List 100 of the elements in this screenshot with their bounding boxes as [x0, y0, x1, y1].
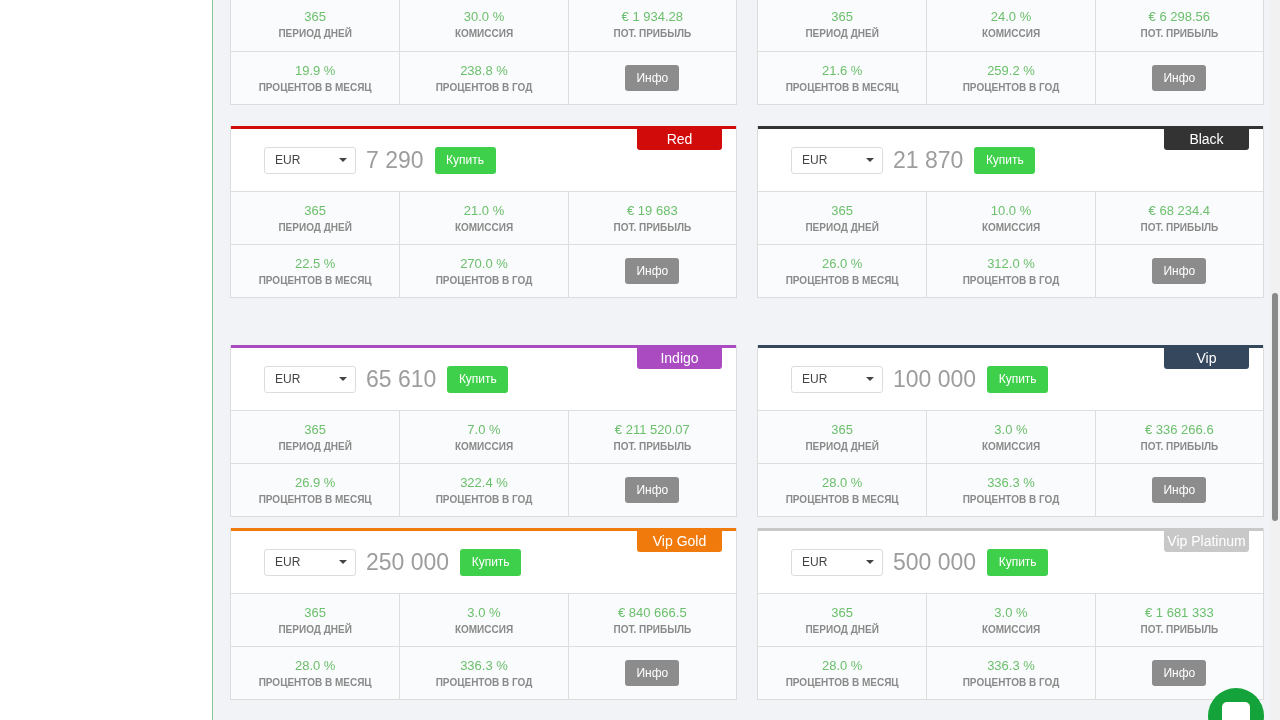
caret-icon	[339, 560, 347, 564]
stat-label: ПОТ. ПРИБЫЛЬ	[613, 622, 692, 636]
stat-label: ПОТ. ПРИБЫЛЬ	[1140, 27, 1219, 40]
stat-label: КОМИССИЯ	[981, 622, 1041, 636]
info-button[interactable]: Инфо	[1152, 477, 1207, 503]
stat-label: ПОТ. ПРИБЫЛЬ	[613, 220, 692, 234]
currency-select[interactable]: EUR	[264, 365, 356, 393]
stat-label: КОМИССИЯ	[454, 622, 514, 636]
buy-button[interactable]: Купить	[434, 146, 496, 174]
stat-value: 28.0 %	[821, 474, 863, 491]
stat-value: 365	[304, 9, 326, 25]
caret-icon	[866, 560, 874, 564]
stat-value: 26.0 %	[821, 255, 863, 272]
stat-label: КОМИССИЯ	[454, 439, 514, 453]
info-button[interactable]: Инфо	[625, 65, 680, 91]
plan-badge: Black	[1164, 129, 1249, 150]
caret-icon	[866, 377, 874, 381]
stat-label: ПЕРИОД ДНЕЙ	[278, 622, 352, 636]
stat-value: 24.0 %	[990, 9, 1032, 25]
stat-label: ПОТ. ПРИБЫЛЬ	[1140, 622, 1219, 636]
buy-button[interactable]: Купить	[447, 365, 509, 393]
plan-badge: Indigo	[637, 348, 722, 369]
plan-amount: 21 870	[893, 148, 964, 172]
stat-label: ПЕРИОД ДНЕЙ	[278, 439, 352, 453]
stat-label: ПОТ. ПРИБЫЛЬ	[1140, 439, 1219, 453]
stat-label: ПЕРИОД ДНЕЙ	[278, 27, 352, 40]
stat-label: КОМИССИЯ	[981, 27, 1041, 40]
stat-value: € 1 934.28	[621, 9, 684, 25]
buy-button[interactable]: Купить	[987, 548, 1049, 576]
stat-value: 270.0 %	[460, 255, 508, 272]
stat-label: ПРОЦЕНТОВ В МЕСЯЦ	[785, 492, 899, 506]
stat-label: ПРОЦЕНТОВ В МЕСЯЦ	[258, 273, 372, 287]
stat-value: 365	[831, 202, 853, 219]
stat-value: € 19 683	[627, 202, 678, 219]
stat-label: ПРОЦЕНТОВ В МЕСЯЦ	[258, 675, 372, 689]
currency-select[interactable]: EUR	[791, 365, 883, 393]
stat-label: ПРОЦЕНТОВ В ГОД	[435, 273, 533, 287]
stat-value: 30.0 %	[463, 9, 505, 25]
plan-amount: 65 610	[366, 367, 437, 391]
caret-icon	[866, 158, 874, 162]
info-button[interactable]: Инфо	[625, 660, 680, 686]
plan-amount: 100 000	[893, 367, 977, 391]
stat-label: ПЕРИОД ДНЕЙ	[278, 220, 352, 234]
stat-label: ПЕРИОД ДНЕЙ	[805, 439, 879, 453]
stat-value: 336.3 %	[987, 657, 1035, 674]
stat-label: ПРОЦЕНТОВ В МЕСЯЦ	[258, 492, 372, 506]
stat-label: ПЕРИОД ДНЕЙ	[805, 220, 879, 234]
buy-button[interactable]: Купить	[987, 365, 1049, 393]
plan-amount: 7 290	[366, 148, 424, 172]
stat-label: КОМИССИЯ	[981, 439, 1041, 453]
stat-value: 28.0 %	[294, 657, 336, 674]
stat-label: ПРОЦЕНТОВ В МЕСЯЦ	[785, 80, 899, 94]
stat-value: 19.9 %	[294, 62, 336, 79]
stat-value: 365	[304, 202, 326, 219]
stat-label: ПРОЦЕНТОВ В ГОД	[962, 273, 1060, 287]
stat-value: 365	[304, 604, 326, 621]
info-button[interactable]: Инфо	[1152, 65, 1207, 91]
stat-value: 3.0 %	[467, 604, 501, 621]
stat-label: ПРОЦЕНТОВ В МЕСЯЦ	[258, 80, 372, 94]
scrollbar-thumb[interactable]	[1272, 293, 1278, 521]
info-button[interactable]: Инфо	[1152, 660, 1207, 686]
stat-label: ПРОЦЕНТОВ В ГОД	[962, 80, 1060, 94]
plan-badge: Vip	[1164, 348, 1249, 369]
stat-value: 3.0 %	[994, 604, 1028, 621]
stat-value: 10.0 %	[990, 202, 1032, 219]
currency-select[interactable]: EUR	[264, 146, 356, 174]
stat-label: ПРОЦЕНТОВ В ГОД	[435, 492, 533, 506]
scrollbar[interactable]	[1270, 0, 1280, 720]
stat-label: ПРОЦЕНТОВ В ГОД	[962, 492, 1060, 506]
stat-label: ПЕРИОД ДНЕЙ	[805, 622, 879, 636]
stat-value: 365	[831, 604, 853, 621]
info-button[interactable]: Инфо	[625, 477, 680, 503]
info-button[interactable]: Инфо	[1152, 258, 1207, 284]
stat-label: ПРОЦЕНТОВ В ГОД	[435, 80, 533, 94]
stat-value: € 6 298.56	[1148, 9, 1211, 25]
stat-value: € 211 520.07	[614, 421, 690, 438]
currency-select[interactable]: EUR	[791, 548, 883, 576]
caret-icon	[339, 158, 347, 162]
stat-value: 322.4 %	[460, 474, 508, 491]
currency-select[interactable]: EUR	[264, 548, 356, 576]
plan-badge: Red	[637, 129, 722, 150]
stat-value: 365	[831, 9, 853, 25]
stat-value: 336.3 %	[460, 657, 508, 674]
stat-label: ПРОЦЕНТОВ В ГОД	[962, 675, 1060, 689]
stat-value: 26.9 %	[294, 474, 336, 491]
stat-label: ПРОЦЕНТОВ В МЕСЯЦ	[785, 675, 899, 689]
stat-value: 312.0 %	[987, 255, 1035, 272]
stat-label: КОМИССИЯ	[454, 220, 514, 234]
stat-value: € 68 234.4	[1148, 202, 1211, 219]
stat-value: 7.0 %	[467, 421, 501, 438]
stat-value: 22.5 %	[294, 255, 336, 272]
stat-label: ПРОЦЕНТОВ В ГОД	[435, 675, 533, 689]
info-button[interactable]: Инфо	[625, 258, 680, 284]
buy-button[interactable]: Купить	[460, 548, 522, 576]
stat-value: 365	[831, 421, 853, 438]
stat-value: € 336 266.6	[1144, 421, 1214, 438]
stat-value: 28.0 %	[821, 657, 863, 674]
buy-button[interactable]: Купить	[974, 146, 1036, 174]
currency-select[interactable]: EUR	[791, 146, 883, 174]
stat-label: КОМИССИЯ	[981, 220, 1041, 234]
